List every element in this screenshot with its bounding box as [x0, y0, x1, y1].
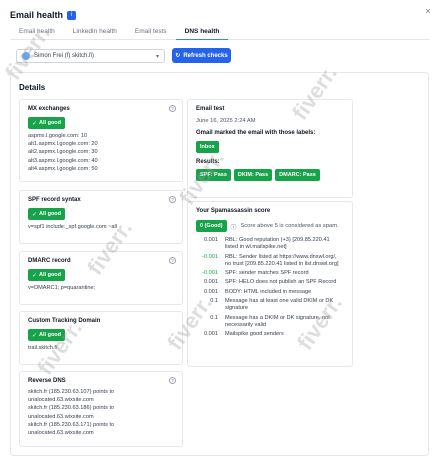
row-text: BODY: HTML included in message: [225, 288, 312, 295]
result-badge: DKIM: Pass: [233, 169, 273, 181]
refresh-checks-label: Refresh checks: [183, 52, 228, 59]
rdns-title: Reverse DNS: [28, 378, 66, 384]
table-row: -0.001 RBL: Sender listed at https://www.…: [196, 254, 344, 269]
spf-card: SPF record syntax ? ✓ All good v=spf1 inc…: [19, 190, 183, 244]
dmarc-title: DMARC record: [28, 258, 71, 264]
row-score: -0.001: [202, 253, 218, 260]
tab-bar: Email health LinkedIn health Email tests…: [10, 24, 430, 40]
list-item: aspmx.l.google.com: 10: [28, 133, 88, 139]
list-item: alt2.aspmx.l.google.com: 30: [28, 149, 98, 156]
help-icon[interactable]: ?: [169, 105, 176, 112]
list-item: alt4.aspmx.l.google.com: 50: [28, 165, 98, 172]
mx-exchanges-card: MX exchanges ? ✓ All good aspmx.l.google.…: [19, 99, 183, 182]
check-icon: ✓: [32, 211, 38, 218]
page-title: Email health: [10, 10, 64, 20]
refresh-checks-button[interactable]: ↻ Refresh checks: [172, 48, 231, 63]
status-badge: ✓ All good: [28, 329, 66, 341]
account-select[interactable]: Simon Frei (f) skitch.fi) ▾: [16, 49, 165, 63]
spam-rows: 0.001 RBL: Good reputation (+3) [209.85.2…: [196, 237, 344, 339]
list-item: unalocated.63.wixsite.com: [28, 413, 94, 420]
tab-email-health[interactable]: Email health: [10, 24, 64, 40]
table-row: 0.1 Message has a DKIM or DK signature, n…: [196, 315, 344, 330]
status-badge: ✓ All good: [28, 208, 66, 220]
info-badge-icon: i: [67, 10, 77, 20]
tab-email-tests[interactable]: Email tests: [126, 24, 176, 40]
check-icon: ✓: [32, 272, 38, 279]
check-icon: ✓: [32, 120, 38, 127]
list-item: skitch.fr (185.230.63.171) points to: [28, 421, 115, 428]
table-row: 0.001 BODY: HTML included in message: [196, 289, 344, 296]
spamassassin-card: Your Spamassassin score 0 (Good) ⓘ Score…: [187, 201, 353, 367]
spam-score-row: 0 (Good) ⓘ Score above 5 is considered a…: [196, 220, 344, 232]
help-icon[interactable]: ?: [169, 196, 176, 203]
dmarc-value: v=DMARC1; p=quarantine;: [28, 285, 96, 291]
rdns-lines: skitch.fr (185.230.63.107) points to una…: [28, 388, 174, 437]
refresh-icon: ↻: [175, 53, 181, 59]
row-score: 0.1: [210, 298, 218, 305]
row-score: 0.001: [204, 331, 218, 338]
info-icon: ⓘ: [230, 224, 237, 231]
reverse-dns-card: Reverse DNS ? skitch.fr (185.230.63.107)…: [19, 371, 183, 447]
email-test-date: June 16, 2025 2:24 AM: [196, 118, 256, 124]
close-icon[interactable]: ×: [423, 6, 433, 16]
list-item: unalocated.63.wixsite.com: [28, 397, 94, 404]
results-label: Results:: [196, 159, 220, 165]
details-panel: Details MX exchanges ? ✓ All good aspmx.l…: [10, 72, 429, 456]
spam-score-note: Score above 5 is considered as spam.: [240, 223, 339, 229]
list-item: alt3.aspmx.l.google.com: 40: [28, 157, 98, 164]
table-row: 0.1 Message has at least one valid DKIM o…: [196, 298, 344, 313]
spf-value: v=spf1 include:_spf.google.com ~all: [28, 224, 117, 230]
help-icon[interactable]: ?: [169, 377, 176, 384]
mx-title: MX exchanges: [28, 106, 70, 112]
row-text: Message has at least one valid DKIM or D…: [225, 298, 334, 312]
spam-score-badge: 0 (Good): [196, 220, 227, 232]
list-item: alt1.aspmx.l.google.com: 20: [28, 141, 98, 148]
avatar: [22, 52, 30, 60]
table-row: 0.001 RBL: Good reputation (+3) [209.85.2…: [196, 237, 344, 252]
row-score: -0.001: [202, 270, 218, 277]
spam-title: Your Spamassassin score: [196, 208, 271, 214]
list-item: skitch.fr (185.230.63.186) points to: [28, 405, 115, 412]
status-badge: ✓ All good: [28, 269, 66, 281]
row-text: SPF: HELO does not publish an SPF Record: [225, 279, 337, 286]
help-icon[interactable]: ?: [169, 257, 176, 264]
results-list: SPF: Pass DKIM: Pass DMARC: Pass: [196, 169, 344, 181]
tracking-domain-card: Custom Tracking Domain ✓ All good trail.s…: [19, 311, 183, 365]
list-item: skitch.fr (185.230.63.107) points to: [28, 389, 115, 395]
dmarc-card: DMARC record ? ✓ All good v=DMARC1; p=qua…: [19, 251, 183, 305]
row-score: 0.001: [204, 288, 218, 295]
tab-dns-health[interactable]: DNS health: [175, 24, 229, 40]
account-select-value: Simon Frei (f) skitch.fi): [34, 53, 95, 59]
row-score: 0.001: [204, 237, 218, 243]
table-row: 0.001 Mailspike good senders: [196, 331, 344, 338]
table-row: 0.001 SPF: HELO does not publish an SPF R…: [196, 279, 344, 286]
check-icon: ✓: [32, 332, 38, 339]
tracking-title: Custom Tracking Domain: [28, 318, 101, 324]
spf-title: SPF record syntax: [28, 197, 81, 203]
result-badge: SPF: Pass: [196, 169, 231, 181]
inbox-badge: Inbox: [196, 141, 219, 153]
row-text: Message has a DKIM or DK signature, not …: [225, 314, 330, 328]
status-badge: ✓ All good: [28, 117, 66, 129]
row-text: SPF: sender matches SPF record: [225, 270, 309, 277]
chevron-down-icon: ▾: [155, 53, 159, 60]
list-item: unalocated.63.wixsite.com: [28, 430, 94, 437]
email-health-modal: Email health i × Email health LinkedIn h…: [0, 0, 439, 459]
mx-lines: aspmx.l.google.com: 10 alt1.aspmx.l.goog…: [28, 132, 174, 173]
details-title: Details: [19, 83, 46, 92]
row-text: Mailspike good senders: [225, 331, 284, 338]
row-score: 0.001: [204, 279, 218, 286]
marked-label: Gmail marked the email with those labels…: [196, 130, 316, 136]
tracking-value: trail.skitch.fi: [28, 345, 58, 351]
email-test-title: Email test: [196, 106, 225, 112]
row-text: RBL: Sender listed at https://www.dnswl.…: [225, 253, 339, 267]
result-badge: DMARC: Pass: [275, 169, 320, 181]
modal-header: Email health i: [10, 8, 77, 22]
tab-linkedin-health[interactable]: LinkedIn health: [64, 24, 126, 40]
row-text: RBL: Good reputation (+3) [209.85.220.41…: [225, 237, 330, 251]
email-test-card: Email test June 16, 2025 2:24 AM Gmail m…: [187, 99, 353, 198]
table-row: -0.001 SPF: sender matches SPF record: [196, 270, 344, 277]
row-score: 0.1: [210, 314, 218, 321]
